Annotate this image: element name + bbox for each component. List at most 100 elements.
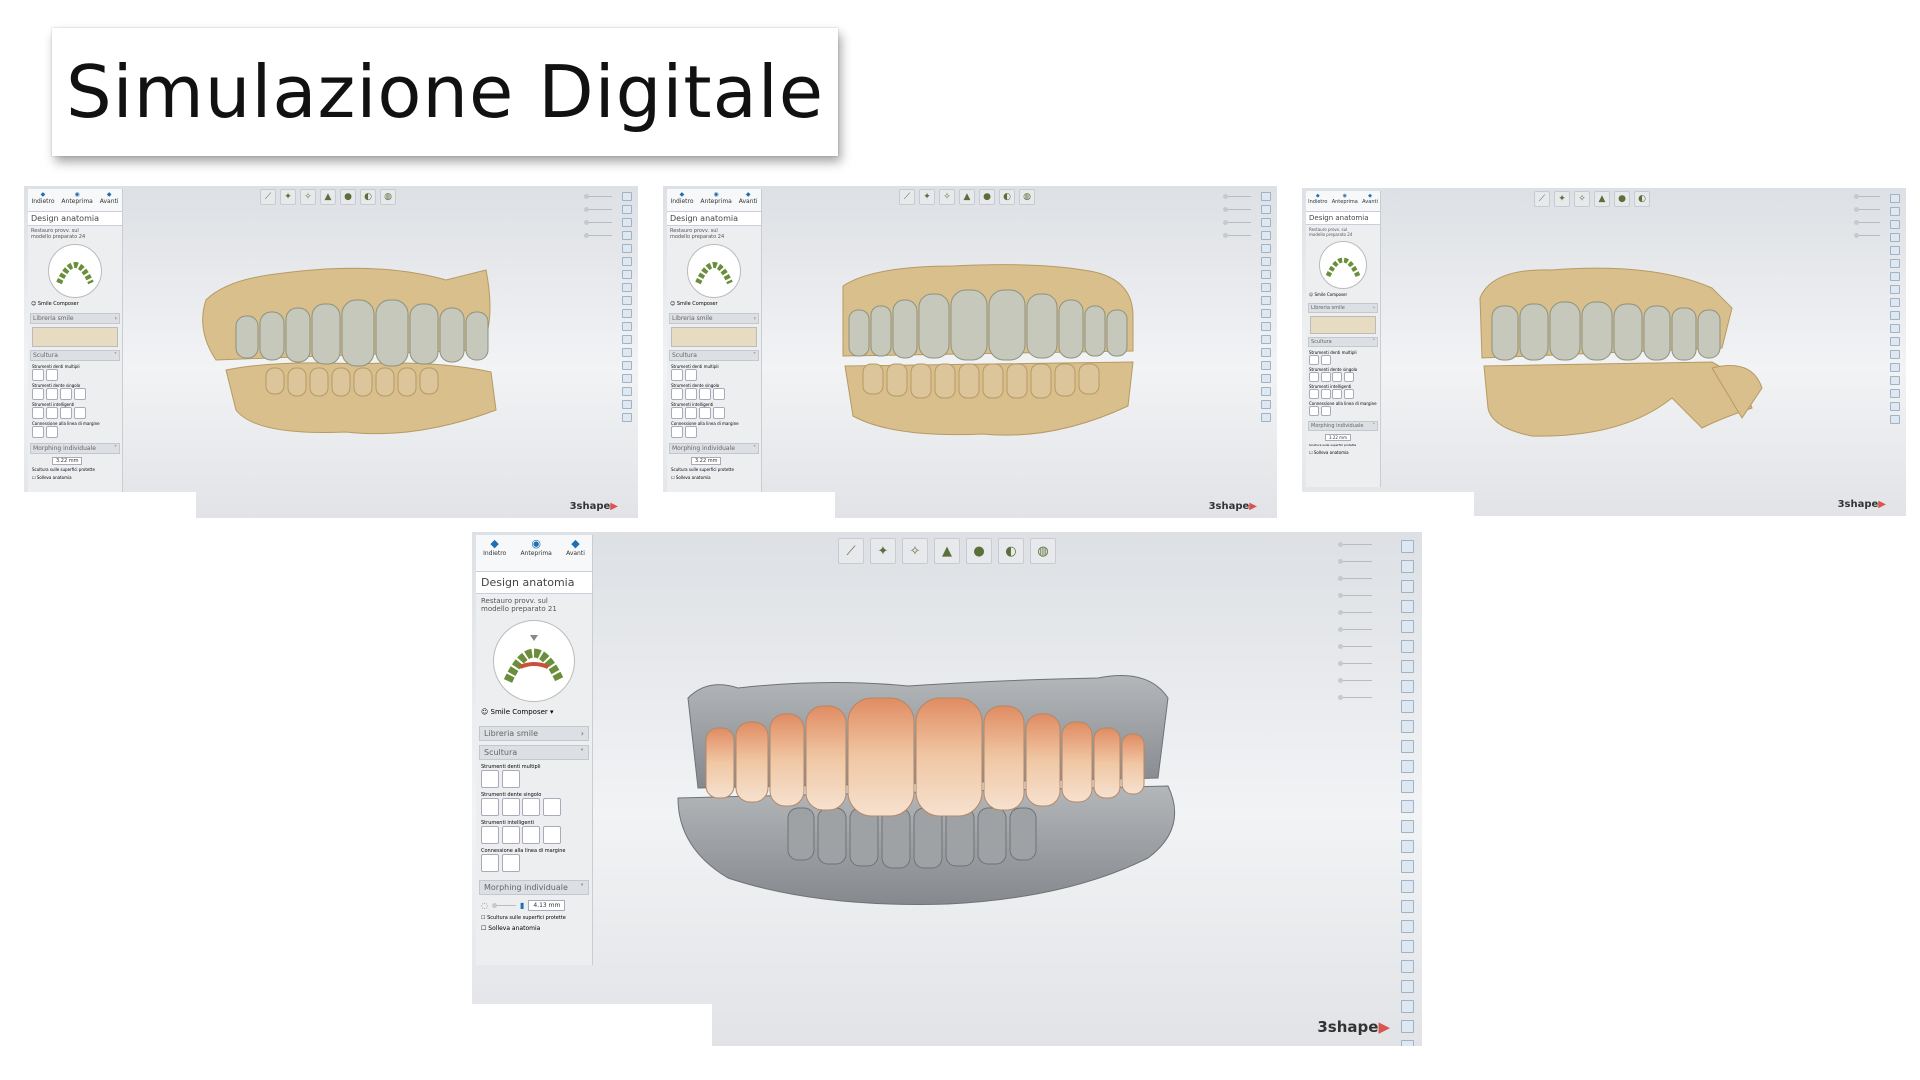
- view-icon[interactable]: [1401, 1020, 1414, 1033]
- margin-line-icon[interactable]: ⟋: [260, 189, 276, 205]
- smart-tool-button[interactable]: [73, 407, 86, 419]
- smart-tool-button[interactable]: [59, 407, 72, 419]
- smart-tool-button[interactable]: [684, 407, 697, 419]
- morph-value-input[interactable]: 3.22 mm: [52, 457, 83, 465]
- next-button[interactable]: ◆ Avanti: [566, 537, 585, 569]
- tooth-view-icon[interactable]: ●: [1614, 191, 1630, 207]
- smile-library-thumb[interactable]: [1310, 316, 1376, 334]
- view-icon[interactable]: [1261, 413, 1271, 422]
- view-icon[interactable]: [622, 192, 632, 201]
- preview-button[interactable]: ◉ Anteprima: [61, 191, 92, 209]
- view-icon[interactable]: [1401, 920, 1414, 933]
- view-icon[interactable]: [1261, 205, 1271, 214]
- dental-model-view[interactable]: [196, 260, 546, 440]
- smart-tool-button[interactable]: [481, 826, 499, 844]
- smart-tool-button[interactable]: [32, 407, 44, 419]
- smart-tool-button[interactable]: [1320, 389, 1331, 399]
- smart-tool-button[interactable]: [542, 826, 561, 844]
- morph-value-input[interactable]: 3.22 mm: [1325, 434, 1351, 441]
- single-tool-button[interactable]: [481, 798, 499, 816]
- view-icon[interactable]: [1890, 220, 1900, 229]
- multi-tool-button[interactable]: [32, 369, 44, 381]
- single-tool-button[interactable]: [542, 798, 561, 816]
- sculpt-header[interactable]: Scultura ˅: [479, 745, 589, 760]
- morph-slider[interactable]: [491, 903, 516, 908]
- view-icon[interactable]: [1401, 700, 1414, 713]
- view-icon[interactable]: [1890, 285, 1900, 294]
- smart-tool-button[interactable]: [1309, 389, 1319, 399]
- multi-tool-button[interactable]: [671, 369, 683, 381]
- scan-view-icon[interactable]: ◍: [1030, 538, 1056, 564]
- smile-view-icon[interactable]: ◐: [360, 189, 376, 205]
- view-icon[interactable]: [1261, 361, 1271, 370]
- opacity-slider[interactable]: [1338, 644, 1372, 649]
- view-icon[interactable]: [1890, 233, 1900, 242]
- margin-tool-button[interactable]: [671, 426, 683, 438]
- smart-tool-button[interactable]: [698, 407, 711, 419]
- lift-anatomy-checkbox[interactable]: ☐ Solleva anatomia: [476, 923, 592, 934]
- margin-tool-button[interactable]: [1309, 406, 1319, 416]
- view-icon[interactable]: [1261, 387, 1271, 396]
- lift-anatomy-checkbox[interactable]: ☐ Solleva anatomia: [1306, 449, 1380, 456]
- view-icon[interactable]: [622, 205, 632, 214]
- sculpt-header[interactable]: Scultura ˅: [30, 350, 120, 361]
- view-icon[interactable]: [1890, 272, 1900, 281]
- teeth-icon[interactable]: ✦: [919, 189, 935, 205]
- smile-view-icon[interactable]: ◐: [998, 538, 1024, 564]
- lift-anatomy-checkbox[interactable]: ☐ Solleva anatomia: [28, 474, 122, 481]
- single-tool-button[interactable]: [1309, 372, 1319, 382]
- view-icon[interactable]: [1261, 348, 1271, 357]
- smile-library-thumb[interactable]: [32, 327, 118, 347]
- view-icon[interactable]: [622, 374, 632, 383]
- preview-button[interactable]: ◉ Anteprima: [700, 191, 731, 209]
- bridge-icon[interactable]: ✧: [939, 189, 955, 205]
- teeth-icon[interactable]: ✦: [1554, 191, 1570, 207]
- view-icon[interactable]: [1890, 207, 1900, 216]
- view-icon[interactable]: [1401, 740, 1414, 753]
- opacity-slider[interactable]: [1223, 220, 1251, 225]
- jaw-selector[interactable]: [687, 244, 741, 298]
- back-button[interactable]: ◆ Indietro: [1308, 193, 1327, 209]
- view-icon[interactable]: [1401, 680, 1414, 693]
- view-icon[interactable]: [622, 322, 632, 331]
- dental-model-view[interactable]: [833, 256, 1153, 446]
- morphing-header[interactable]: Morphing individuale ˅: [479, 880, 589, 895]
- view-icon[interactable]: [1890, 402, 1900, 411]
- single-tool-button[interactable]: [712, 388, 725, 400]
- view-icon[interactable]: [1401, 900, 1414, 913]
- opacity-slider[interactable]: [1223, 233, 1251, 238]
- view-icon[interactable]: [1261, 322, 1271, 331]
- view-icon[interactable]: [1401, 560, 1414, 573]
- jaw-selector[interactable]: [493, 620, 575, 702]
- view-icon[interactable]: [622, 387, 632, 396]
- smile-composer-button[interactable]: ☺ Smile Composer ▾: [476, 702, 592, 722]
- sculpt-header[interactable]: Scultura ˅: [1308, 337, 1378, 347]
- tooth-view-icon[interactable]: ●: [979, 189, 995, 205]
- opacity-slider[interactable]: [1854, 233, 1880, 238]
- morph-reset-icon[interactable]: ◌: [481, 901, 488, 910]
- restoration-dropdown[interactable]: Restauro provv. sul modello preparato 24: [1306, 225, 1364, 239]
- dental-model-view[interactable]: [1472, 258, 1792, 448]
- preview-button[interactable]: ◉ Anteprima: [1332, 193, 1358, 209]
- view-icon[interactable]: [1401, 980, 1414, 993]
- margin-tool-button[interactable]: [45, 426, 58, 438]
- opacity-slider[interactable]: [584, 220, 612, 225]
- opacity-slider[interactable]: [1338, 695, 1372, 700]
- view-icon[interactable]: [1261, 400, 1271, 409]
- jaw-selector[interactable]: [1319, 241, 1367, 289]
- view-icon[interactable]: [622, 413, 632, 422]
- view-icon[interactable]: [1890, 389, 1900, 398]
- sculpt-icon[interactable]: ▲: [934, 538, 960, 564]
- view-icon[interactable]: [622, 400, 632, 409]
- smile-view-icon[interactable]: ◐: [1634, 191, 1650, 207]
- view-icon[interactable]: [622, 348, 632, 357]
- smile-library-header[interactable]: Libreria smile ›: [669, 313, 759, 324]
- view-icon[interactable]: [622, 335, 632, 344]
- view-icon[interactable]: [1401, 840, 1414, 853]
- next-button[interactable]: ◆ Avanti: [1362, 193, 1378, 209]
- single-tool-button[interactable]: [522, 798, 541, 816]
- restoration-dropdown[interactable]: Restauro provv. sul modello preparato 21: [476, 594, 576, 616]
- tooth-view-icon[interactable]: ●: [340, 189, 356, 205]
- single-tool-button[interactable]: [1320, 372, 1331, 382]
- opacity-slider[interactable]: [1854, 207, 1880, 212]
